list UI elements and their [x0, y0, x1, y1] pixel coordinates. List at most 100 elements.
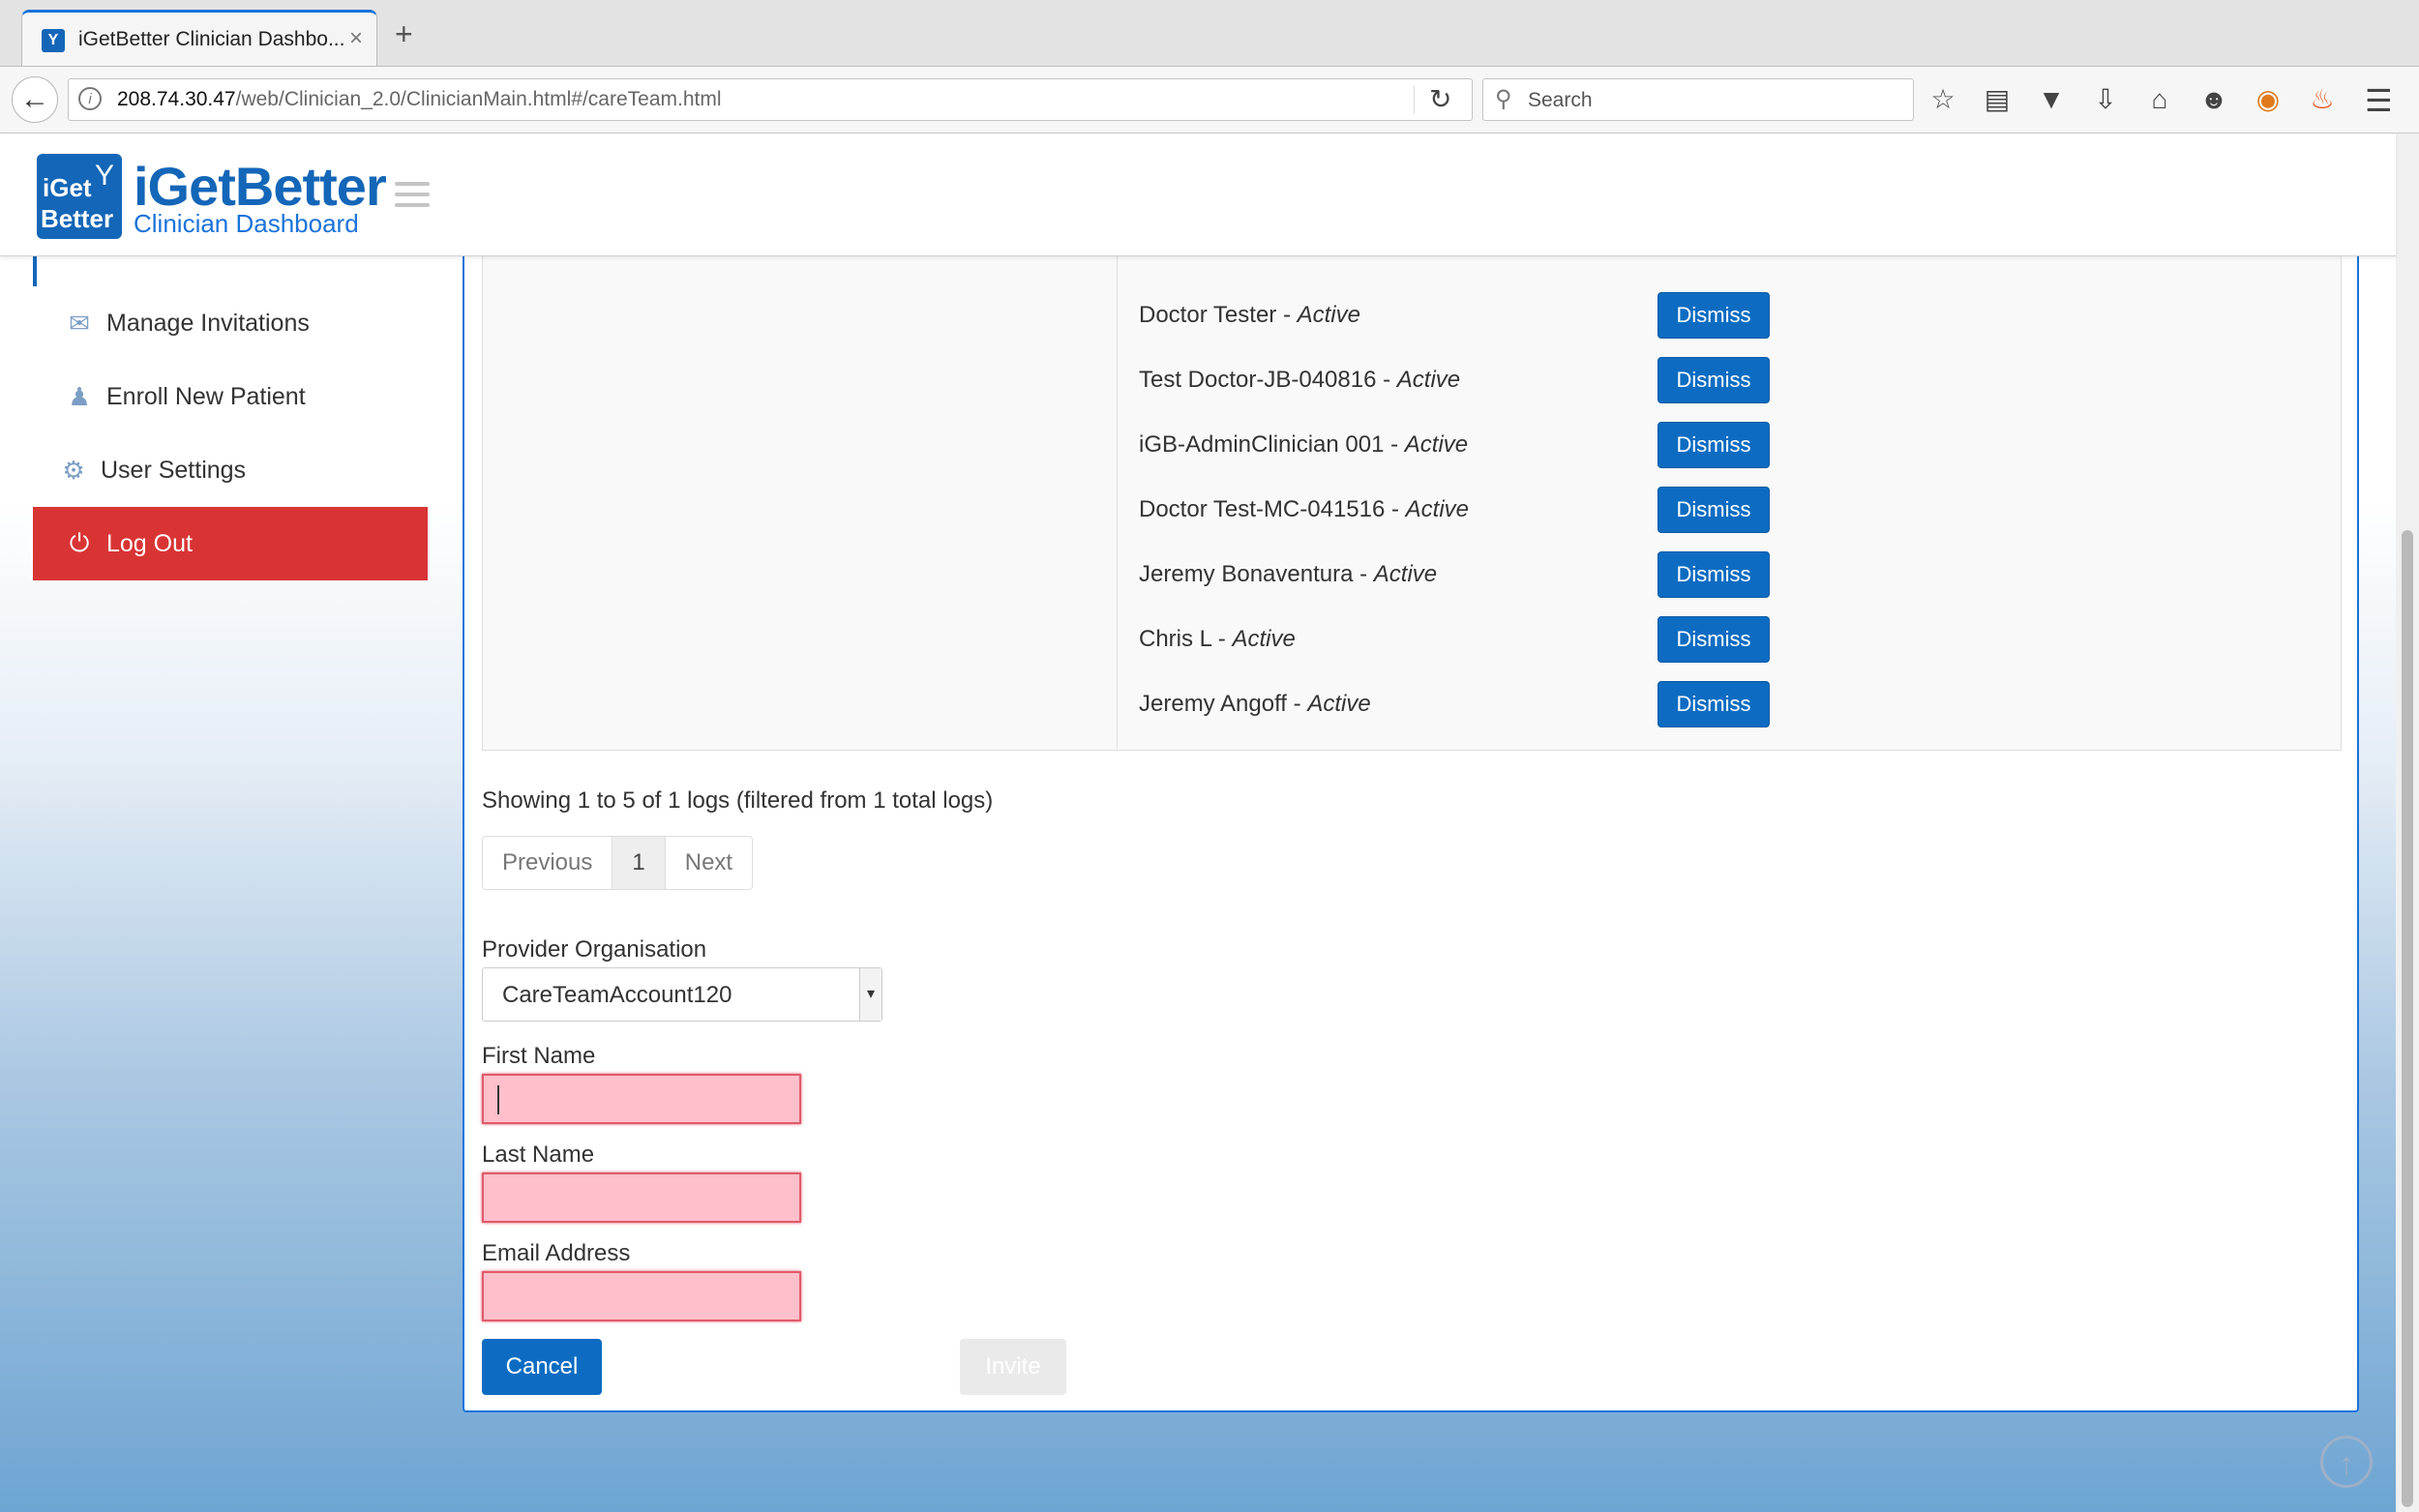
- figure-icon: Y: [94, 160, 114, 192]
- previous-page-button[interactable]: Previous: [483, 837, 613, 889]
- color-wheel-icon[interactable]: ◉: [2251, 82, 2285, 117]
- next-page-button[interactable]: Next: [665, 837, 753, 889]
- care-team-member: Doctor Test-MC-041516 - Active Dismiss: [1139, 485, 2252, 535]
- table-info: Showing 1 to 5 of 1 logs (filtered from …: [482, 787, 994, 814]
- member-status: Active: [1232, 626, 1296, 652]
- member-status: Active: [1373, 561, 1438, 587]
- dismiss-button[interactable]: Dismiss: [1657, 681, 1770, 727]
- toolbar-icons: ☆ ▤ ▼ ⇩ ⌂ ☻ ◉ ♨: [1926, 80, 2340, 119]
- last-name-label: Last Name: [482, 1141, 595, 1168]
- sidebar-item-enroll-new-patient[interactable]: ♟ Enroll New Patient: [33, 360, 428, 433]
- download-icon[interactable]: ⇩: [2088, 82, 2123, 117]
- fire-icon[interactable]: ♨: [2305, 82, 2340, 117]
- dismiss-button[interactable]: Dismiss: [1657, 551, 1770, 598]
- logo-line2: Better: [41, 204, 114, 233]
- member-status: Active: [1405, 496, 1470, 522]
- reading-list-icon[interactable]: ▤: [1980, 82, 2015, 117]
- brand-subtitle: Clinician Dashboard: [134, 209, 359, 238]
- member-name: Doctor Tester: [1139, 302, 1277, 328]
- new-tab-button[interactable]: +: [395, 18, 413, 49]
- url-path: /web/Clinician_2.0/ClinicianMain.html#/c…: [235, 88, 722, 110]
- url-divider: [1414, 85, 1415, 114]
- email-field[interactable]: [482, 1271, 801, 1321]
- reload-icon[interactable]: ↻: [1429, 83, 1451, 115]
- browser-tab[interactable]: Y iGetBetter Clinician Dashbo... ×: [21, 10, 377, 66]
- care-team-member: Jeremy Bonaventura - Active Dismiss: [1139, 549, 2252, 600]
- search-placeholder: Search: [1528, 89, 1593, 111]
- member-name: Chris L: [1139, 626, 1212, 652]
- chat-icon[interactable]: ☻: [2196, 82, 2231, 117]
- browser-search-input[interactable]: ⚲ Search: [1482, 78, 1914, 121]
- member-name: Jeremy Bonaventura: [1139, 561, 1354, 587]
- dismiss-button[interactable]: Dismiss: [1657, 357, 1770, 403]
- first-name-field[interactable]: [482, 1074, 801, 1124]
- care-team-member: Chris L - Active Dismiss: [1139, 614, 2252, 665]
- pocket-icon[interactable]: ▼: [2034, 82, 2069, 117]
- envelope-icon: ✉: [69, 308, 90, 338]
- status-separator: -: [1276, 302, 1298, 328]
- care-team-panel: Doctor Tester - Active Dismiss Test Doct…: [463, 255, 2359, 1412]
- pagination: Previous 1 Next: [482, 836, 754, 890]
- gear-icon: ⚙: [62, 455, 85, 485]
- home-icon[interactable]: ⌂: [2142, 82, 2177, 117]
- sidebar-item-label: Manage Invitations: [106, 309, 310, 337]
- sidebar-item-manage-invitations[interactable]: ✉ Manage Invitations: [33, 286, 428, 360]
- scroll-to-top-icon[interactable]: ↑: [2320, 1436, 2373, 1488]
- last-name-field[interactable]: [482, 1172, 801, 1223]
- member-name: Test Doctor-JB-040816: [1139, 367, 1377, 393]
- logo-line1: iGet: [43, 173, 92, 202]
- provider-org-value: CareTeamAccount120: [502, 982, 732, 1008]
- care-team-member: Doctor Tester - Active Dismiss: [1139, 290, 2252, 341]
- info-icon[interactable]: i: [78, 87, 102, 110]
- tab-title: iGetBetter Clinician Dashbo...: [78, 28, 345, 50]
- page-number-button[interactable]: 1: [612, 837, 666, 889]
- member-name: Doctor Test-MC-041516: [1139, 496, 1386, 522]
- logo[interactable]: Y iGet Better: [37, 154, 122, 239]
- provider-org-label: Provider Organisation: [482, 936, 707, 963]
- care-team-member: Test Doctor-JB-040816 - Active Dismiss: [1139, 355, 2252, 405]
- status-separator: -: [1286, 691, 1308, 717]
- provider-org-select[interactable]: CareTeamAccount120 ▾: [482, 967, 882, 1022]
- member-status: Active: [1307, 691, 1371, 717]
- sidebar-item-user-settings[interactable]: ⚙ User Settings: [33, 433, 428, 507]
- sidebar-item-label: User Settings: [101, 456, 247, 484]
- status-separator: -: [1385, 496, 1406, 522]
- dismiss-button[interactable]: Dismiss: [1657, 487, 1770, 533]
- search-icon: ⚲: [1495, 86, 1512, 112]
- scrollbar-thumb[interactable]: [2402, 530, 2413, 1507]
- member-status: Active: [1396, 367, 1461, 393]
- dismiss-button[interactable]: Dismiss: [1657, 422, 1770, 468]
- sidebar: ✉ Manage Invitations ♟ Enroll New Patien…: [33, 255, 428, 580]
- browser-tab-bar: Y iGetBetter Clinician Dashbo... × +: [0, 0, 2419, 67]
- dismiss-button[interactable]: Dismiss: [1657, 292, 1770, 339]
- chevron-down-icon[interactable]: ▾: [859, 968, 881, 1021]
- invite-button[interactable]: Invite: [960, 1339, 1066, 1395]
- status-separator: -: [1211, 626, 1233, 652]
- power-icon: ⏻: [69, 528, 90, 557]
- sidebar-item-label: Enroll New Patient: [106, 382, 306, 410]
- user-plus-icon: ♟: [68, 381, 91, 411]
- cancel-button[interactable]: Cancel: [482, 1339, 602, 1395]
- url-text[interactable]: 208.74.30.47/web/Clinician_2.0/Clinician…: [117, 88, 722, 111]
- member-name: Jeremy Angoff: [1139, 691, 1287, 717]
- sidebar-item-partial[interactable]: [33, 255, 428, 286]
- member-name: iGB-AdminClinician 001: [1139, 431, 1385, 458]
- star-icon[interactable]: ☆: [1926, 82, 1960, 117]
- menu-icon[interactable]: ☰: [2365, 82, 2393, 119]
- app-header: Y iGet Better iGetBetter Clinician Dashb…: [0, 133, 2396, 256]
- url-host: 208.74.30.47: [117, 88, 236, 110]
- favicon-icon: Y: [42, 29, 65, 52]
- hamburger-icon[interactable]: [395, 182, 430, 214]
- status-separator: -: [1353, 561, 1374, 587]
- table-left-column: [483, 255, 1118, 749]
- browser-nav-bar: ← i 208.74.30.47/web/Clinician_2.0/Clini…: [0, 67, 2419, 133]
- first-name-label: First Name: [482, 1043, 596, 1069]
- dismiss-button[interactable]: Dismiss: [1657, 616, 1770, 663]
- sidebar-item-log-out[interactable]: ⏻ Log Out: [33, 507, 428, 580]
- back-arrow-icon[interactable]: ←: [12, 76, 58, 123]
- url-bar[interactable]: i 208.74.30.47/web/Clinician_2.0/Clinici…: [68, 78, 1473, 121]
- care-team-member: Jeremy Angoff - Active Dismiss: [1139, 679, 2252, 729]
- text-caret: [497, 1085, 499, 1114]
- status-separator: -: [1376, 367, 1397, 393]
- close-tab-icon[interactable]: ×: [349, 25, 363, 52]
